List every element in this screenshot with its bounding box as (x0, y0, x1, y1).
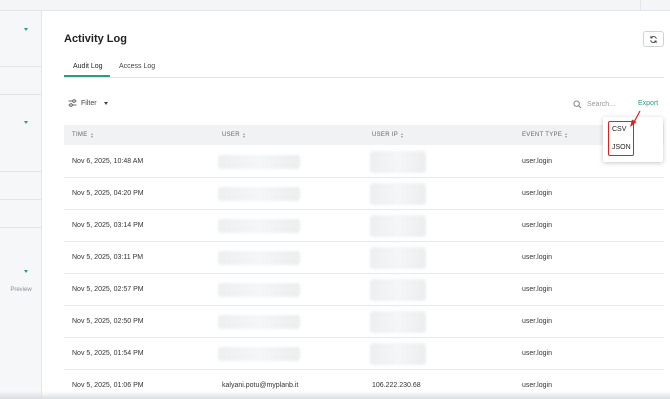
cell-event-type: user.login (522, 222, 552, 229)
table-row[interactable]: Nov 5, 2025, 03:14 PM user.login (64, 210, 664, 242)
sort-icon (401, 132, 404, 138)
top-bar (0, 0, 670, 11)
chevron-down-icon[interactable] (24, 270, 28, 273)
redacted-user (218, 251, 300, 265)
redacted-ip (370, 279, 426, 301)
main-content: Activity Log Audit Log Access Log Filter… (42, 11, 670, 399)
cell-event-type: user.login (522, 382, 552, 389)
sidebar-divider (0, 227, 42, 228)
active-tab-indicator (64, 75, 110, 77)
tab-audit-log[interactable]: Audit Log (73, 63, 103, 70)
sort-icon (90, 132, 93, 138)
top-bar-corner (640, 0, 670, 11)
sidebar-divider (0, 94, 42, 95)
sort-icon (565, 132, 568, 138)
redacted-ip (370, 215, 426, 237)
filter-label: Filter (81, 99, 97, 107)
table-row[interactable]: Nov 5, 2025, 02:50 PM user.login (64, 306, 664, 338)
cell-user-ip: 106.222.230.68 (372, 382, 421, 389)
redacted-ip (370, 311, 426, 333)
chevron-down-icon[interactable] (24, 121, 28, 124)
redacted-user (218, 155, 300, 169)
caret-down-icon (103, 101, 108, 105)
sidebar-divider (0, 66, 42, 67)
redacted-ip (370, 343, 426, 365)
filter-sliders-icon (68, 99, 77, 107)
cell-event-type: user.login (522, 254, 552, 261)
table-row[interactable]: Nov 6, 2025, 10:48 AM user.login (64, 146, 664, 178)
sidebar: Preview (0, 11, 42, 399)
column-header-user[interactable]: USER (222, 132, 245, 138)
cell-event-type: user.login (522, 318, 552, 325)
export-button[interactable]: Export (638, 100, 658, 107)
table-row[interactable]: Nov 5, 2025, 01:54 PM user.login (64, 338, 664, 370)
cell-time: Nov 5, 2025, 02:57 PM (72, 286, 144, 293)
cell-user: kalyani.potu@myplanb.it (222, 382, 299, 389)
cell-event-type: user.login (522, 190, 552, 197)
table-row[interactable]: Nov 5, 2025, 04:20 PM user.login (64, 178, 664, 210)
cell-time: Nov 5, 2025, 03:11 PM (72, 254, 144, 261)
cell-event-type: user.login (522, 350, 552, 357)
cell-time: Nov 5, 2025, 04:20 PM (72, 190, 144, 197)
cell-time: Nov 6, 2025, 10:48 AM (72, 158, 144, 165)
redacted-user (218, 315, 300, 329)
redacted-user (218, 219, 300, 233)
cell-event-type: user.login (522, 286, 552, 293)
page-title: Activity Log (64, 33, 127, 45)
table-row[interactable]: Nov 5, 2025, 02:57 PM user.login (64, 274, 664, 306)
redacted-user (218, 187, 300, 201)
table-row[interactable]: Nov 5, 2025, 03:11 PM user.login (64, 242, 664, 274)
search-icon (573, 100, 582, 109)
refresh-button[interactable] (643, 31, 664, 47)
redacted-user (218, 347, 300, 361)
tab-access-log[interactable]: Access Log (119, 63, 155, 70)
bottom-scroll-shadow (0, 391, 670, 399)
cell-time: Nov 5, 2025, 01:06 PM (72, 382, 144, 389)
sidebar-divider (0, 171, 42, 172)
redacted-ip (370, 183, 426, 205)
highlight-box (608, 121, 634, 156)
cell-event-type: user.login (522, 158, 552, 165)
filter-button[interactable]: Filter (68, 99, 108, 107)
redacted-user (218, 283, 300, 297)
cell-time: Nov 5, 2025, 03:14 PM (72, 222, 144, 229)
column-header-user-ip[interactable]: USER IP (372, 132, 404, 138)
table-header: TIME USER USER IP EVENT TYPE (64, 125, 664, 145)
column-header-time[interactable]: TIME (72, 132, 93, 138)
cell-time: Nov 5, 2025, 02:50 PM (72, 318, 144, 325)
chevron-down-icon[interactable] (24, 28, 28, 31)
sort-icon (242, 132, 245, 138)
redacted-ip (370, 247, 426, 269)
tab-bar: Audit Log Access Log (64, 56, 664, 78)
sidebar-preview-label[interactable]: Preview (0, 287, 42, 293)
search-input[interactable]: Search... (573, 100, 615, 109)
refresh-icon (650, 35, 657, 43)
redacted-ip (370, 151, 426, 173)
column-header-event-type[interactable]: EVENT TYPE (522, 132, 568, 138)
cell-time: Nov 5, 2025, 01:54 PM (72, 350, 144, 357)
search-placeholder: Search... (587, 101, 616, 108)
sidebar-divider (0, 199, 42, 200)
